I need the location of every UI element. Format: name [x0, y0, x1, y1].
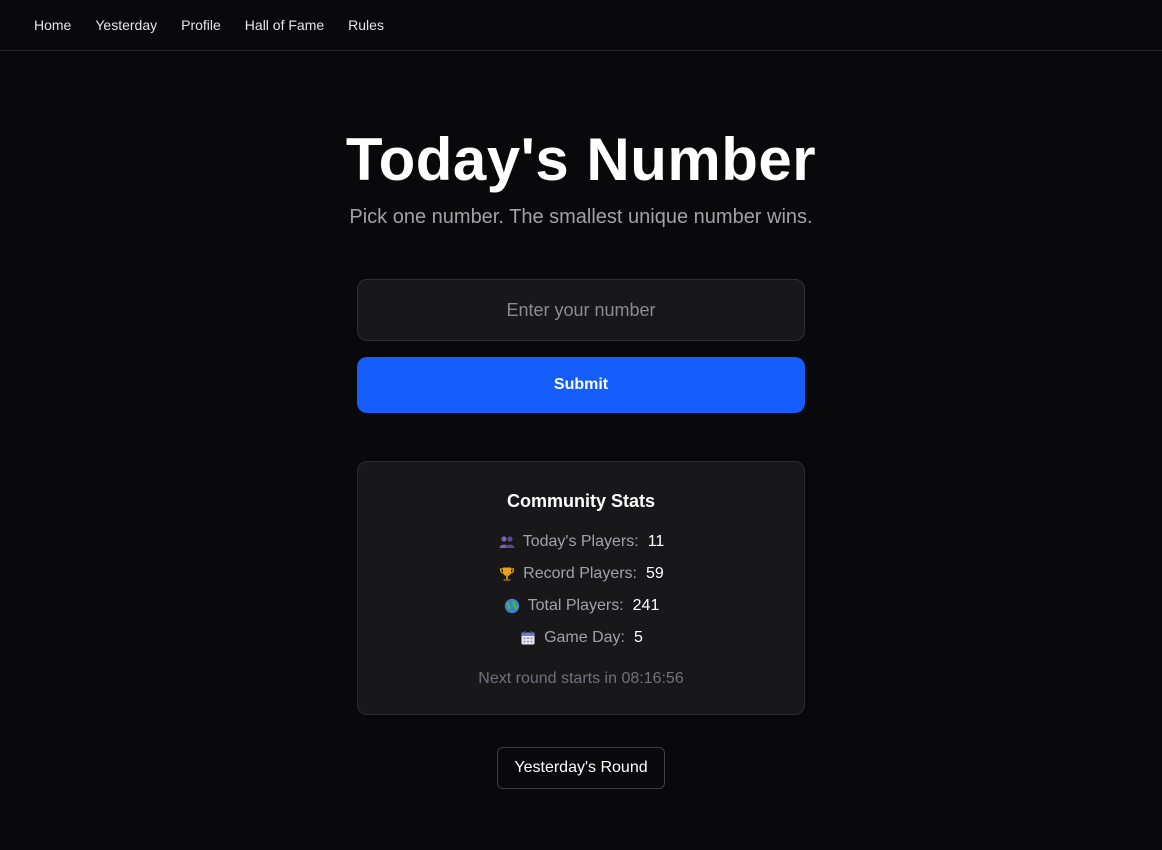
nav-yesterday-link[interactable]: Yesterday [95, 17, 157, 33]
calendar-icon [519, 629, 537, 647]
people-icon [498, 533, 516, 551]
page-title: Today's Number [345, 126, 817, 193]
stat-row-record-players: Record Players: 59 [498, 558, 664, 590]
stat-label: Today's Players: [522, 533, 639, 550]
page-subtitle: Pick one number. The smallest unique num… [349, 206, 813, 228]
stat-value: 11 [647, 533, 665, 550]
community-stats-card: Community Stats Today's Players: 11 Reco… [357, 461, 805, 715]
submit-button[interactable]: Submit [357, 357, 805, 413]
number-input[interactable] [357, 279, 805, 341]
stats-title: Community Stats [506, 491, 656, 511]
stat-row-game-day: Game Day: 5 [519, 622, 643, 654]
nav-profile-link[interactable]: Profile [181, 17, 221, 33]
yesterdays-round-button[interactable]: Yesterday's Round [497, 747, 665, 789]
top-nav: Home Yesterday Profile Hall of Fame Rule… [0, 0, 1162, 51]
trophy-icon [498, 565, 516, 583]
stat-label: Game Day: [544, 629, 625, 646]
stat-value: 59 [646, 565, 664, 582]
stat-label: Total Players: [527, 597, 624, 614]
stat-value: 5 [634, 629, 643, 646]
globe-icon [503, 597, 521, 615]
nav-home-link[interactable]: Home [34, 17, 71, 33]
main-content: Today's Number Pick one number. The smal… [0, 51, 1162, 789]
stat-label: Record Players: [523, 565, 637, 582]
stat-value: 241 [632, 597, 660, 614]
stat-row-total-players: Total Players: 241 [503, 590, 660, 622]
stat-row-todays-players: Today's Players: 11 [498, 526, 665, 558]
next-round-countdown: Next round starts in 08:16:56 [478, 670, 684, 687]
nav-rules-link[interactable]: Rules [348, 17, 384, 33]
nav-hall-of-fame-link[interactable]: Hall of Fame [245, 17, 324, 33]
stats-list: Today's Players: 11 Record Players: 59 T… [498, 526, 665, 654]
